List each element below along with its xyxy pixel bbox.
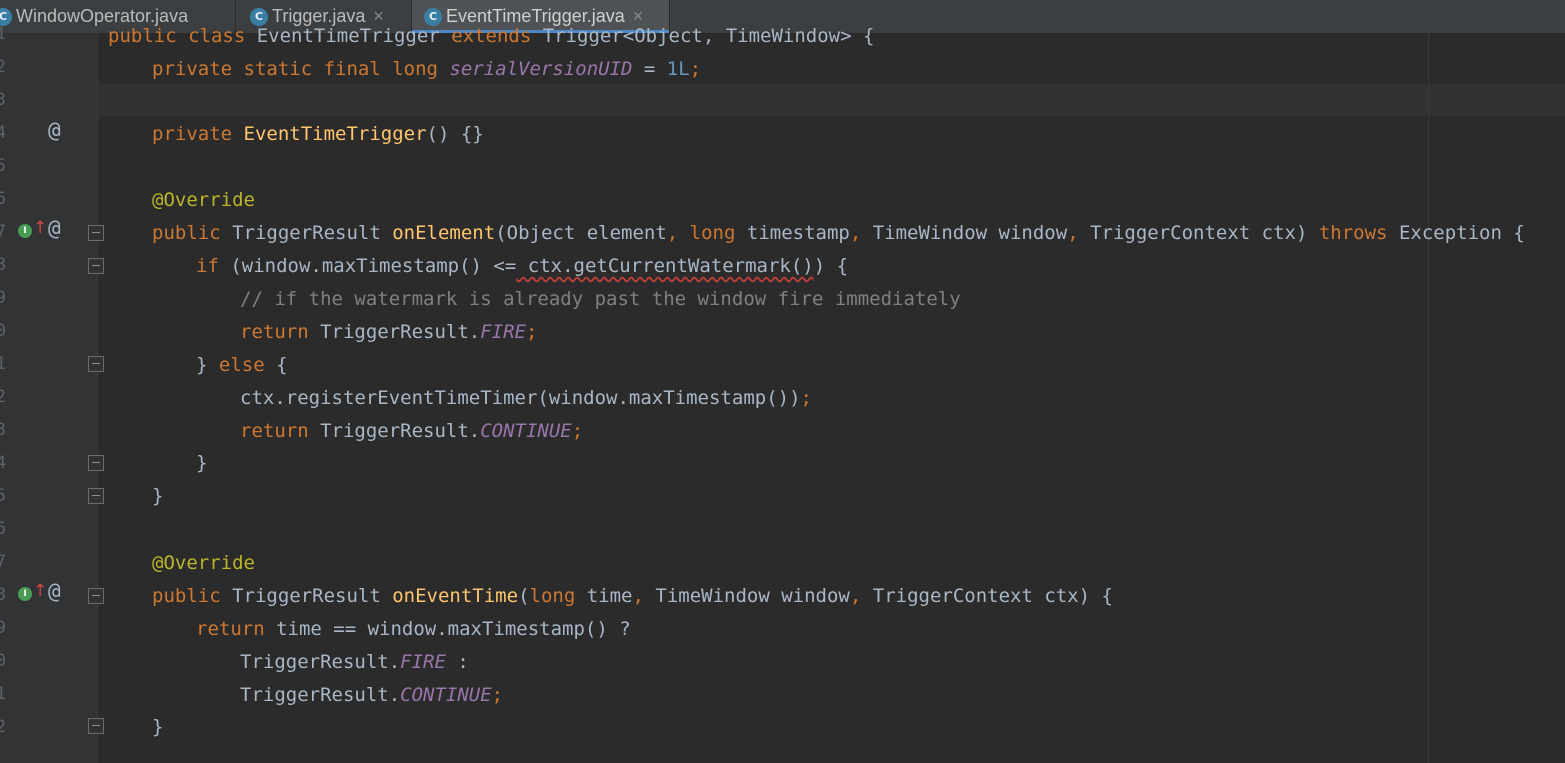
line-number: 8 — [0, 255, 6, 275]
code-line-15: } — [152, 485, 164, 507]
java-class-icon: C — [250, 7, 268, 26]
code-line-14: } — [196, 452, 208, 474]
code-line-10: return TriggerResult.FIRE; — [240, 321, 538, 343]
fold-toggle-icon[interactable] — [88, 718, 104, 734]
current-line-highlight — [98, 84, 1565, 116]
line-number: 9 — [0, 288, 6, 308]
code-line-6: @Override — [152, 189, 255, 211]
line-number: 1 — [0, 354, 6, 374]
annotation-marker-icon[interactable]: @ — [48, 118, 61, 142]
code-line-9: // if the watermark is already past the … — [240, 288, 961, 310]
fold-toggle-icon[interactable] — [88, 258, 104, 274]
line-number: 7 — [0, 552, 6, 572]
gutter-divider — [97, 33, 98, 763]
line-number: 7 — [0, 222, 6, 242]
line-number: 6 — [0, 189, 6, 209]
code-line-19: return time == window.maxTimestamp() ? — [196, 618, 631, 640]
line-number: 2 — [0, 717, 6, 737]
line-number: 9 — [0, 618, 6, 638]
line-number: 0 — [0, 651, 6, 671]
fold-toggle-icon[interactable] — [88, 356, 104, 372]
fold-toggle-icon[interactable] — [88, 455, 104, 471]
code-line-21: TriggerResult.CONTINUE; — [240, 684, 504, 706]
line-number: 6 — [0, 519, 6, 539]
code-line-13: return TriggerResult.CONTINUE; — [240, 420, 584, 442]
code-line-11: } else { — [196, 354, 288, 376]
code-line-22: } — [152, 716, 164, 738]
line-number: 2 — [0, 387, 6, 407]
line-number: 3 — [0, 90, 6, 110]
code-line-2: private static final long serialVersionU… — [152, 58, 702, 80]
annotation-marker-icon[interactable]: @ — [48, 579, 61, 603]
line-number: 0 — [0, 321, 6, 341]
code-line-17: @Override — [152, 552, 255, 574]
override-up-arrow-icon[interactable]: ↑ — [33, 218, 47, 238]
code-line-1: public class EventTimeTrigger extends Tr… — [108, 25, 875, 47]
right-margin-guide — [1428, 33, 1429, 763]
line-number: 5 — [0, 486, 6, 506]
fold-toggle-icon[interactable] — [88, 225, 104, 241]
code-line-20: TriggerResult.FIRE : — [240, 651, 469, 673]
line-number: 1 — [0, 684, 6, 704]
annotation-marker-icon[interactable]: @ — [48, 216, 61, 240]
line-number: 4 — [0, 123, 6, 143]
fold-toggle-icon[interactable] — [88, 488, 104, 504]
code-line-7: public TriggerResult onElement(Object el… — [152, 222, 1525, 244]
line-number: 4 — [0, 453, 6, 473]
java-class-icon: C — [0, 7, 12, 26]
line-number: 8 — [0, 585, 6, 605]
line-number: 1 — [0, 24, 6, 44]
line-number: 3 — [0, 420, 6, 440]
java-class-icon: C — [424, 7, 442, 26]
code-line-18: public TriggerResult onEventTime(long ti… — [152, 585, 1113, 607]
code-line-8: if (window.maxTimestamp() <= ctx.getCurr… — [196, 255, 849, 277]
editor-gutter — [0, 33, 97, 763]
implements-method-icon[interactable]: I — [18, 587, 32, 601]
code-line-12: ctx.registerEventTimeTimer(window.maxTim… — [240, 387, 812, 409]
line-number: 5 — [0, 156, 6, 176]
implements-method-icon[interactable]: I — [18, 224, 32, 238]
override-up-arrow-icon[interactable]: ↑ — [33, 581, 47, 601]
error-highlight[interactable]: ctx.getCurrentWatermark() — [516, 255, 814, 277]
fold-toggle-icon[interactable] — [88, 588, 104, 604]
line-number: 2 — [0, 57, 6, 77]
code-line-4: private EventTimeTrigger() {} — [152, 123, 484, 145]
